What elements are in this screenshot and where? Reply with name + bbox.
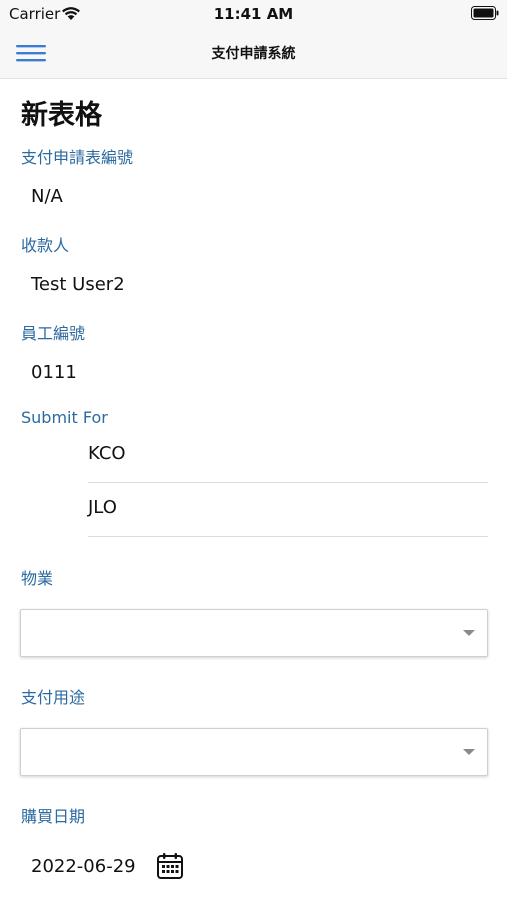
- property-select[interactable]: [20, 609, 488, 657]
- submit-for-option-jlo[interactable]: JLO: [88, 483, 488, 537]
- purchase-date-label: 購買日期: [21, 807, 86, 826]
- calendar-icon[interactable]: [156, 852, 184, 880]
- submit-for-option-label: KCO: [88, 443, 126, 464]
- payee-label: 收款人: [21, 236, 70, 255]
- purchase-date-value[interactable]: 2022-06-29: [31, 856, 136, 877]
- chevron-down-icon: [463, 749, 475, 755]
- submit-for-option-label: JLO: [88, 497, 117, 518]
- purpose-select[interactable]: [20, 728, 488, 776]
- application-no-value: N/A: [31, 186, 63, 207]
- battery-icon: [471, 6, 499, 20]
- purpose-label: 支付用途: [21, 688, 86, 707]
- employee-no-value: 0111: [31, 362, 77, 383]
- status-time: 11:41 AM: [213, 5, 294, 23]
- property-label: 物業: [21, 569, 54, 588]
- navigation-bar: 支付申請系統: [0, 28, 507, 79]
- submit-for-label: Submit For: [21, 408, 108, 427]
- chevron-down-icon: [463, 630, 475, 636]
- employee-no-label: 員工編號: [21, 324, 86, 343]
- status-bar: Carrier 11:41 AM: [0, 0, 507, 28]
- nav-title: 支付申請系統: [211, 46, 296, 62]
- submit-for-option-kco[interactable]: KCO: [88, 429, 488, 483]
- form-title: 新表格: [21, 100, 102, 131]
- application-no-label: 支付申請表編號: [21, 148, 134, 167]
- payee-value: Test User2: [31, 274, 125, 295]
